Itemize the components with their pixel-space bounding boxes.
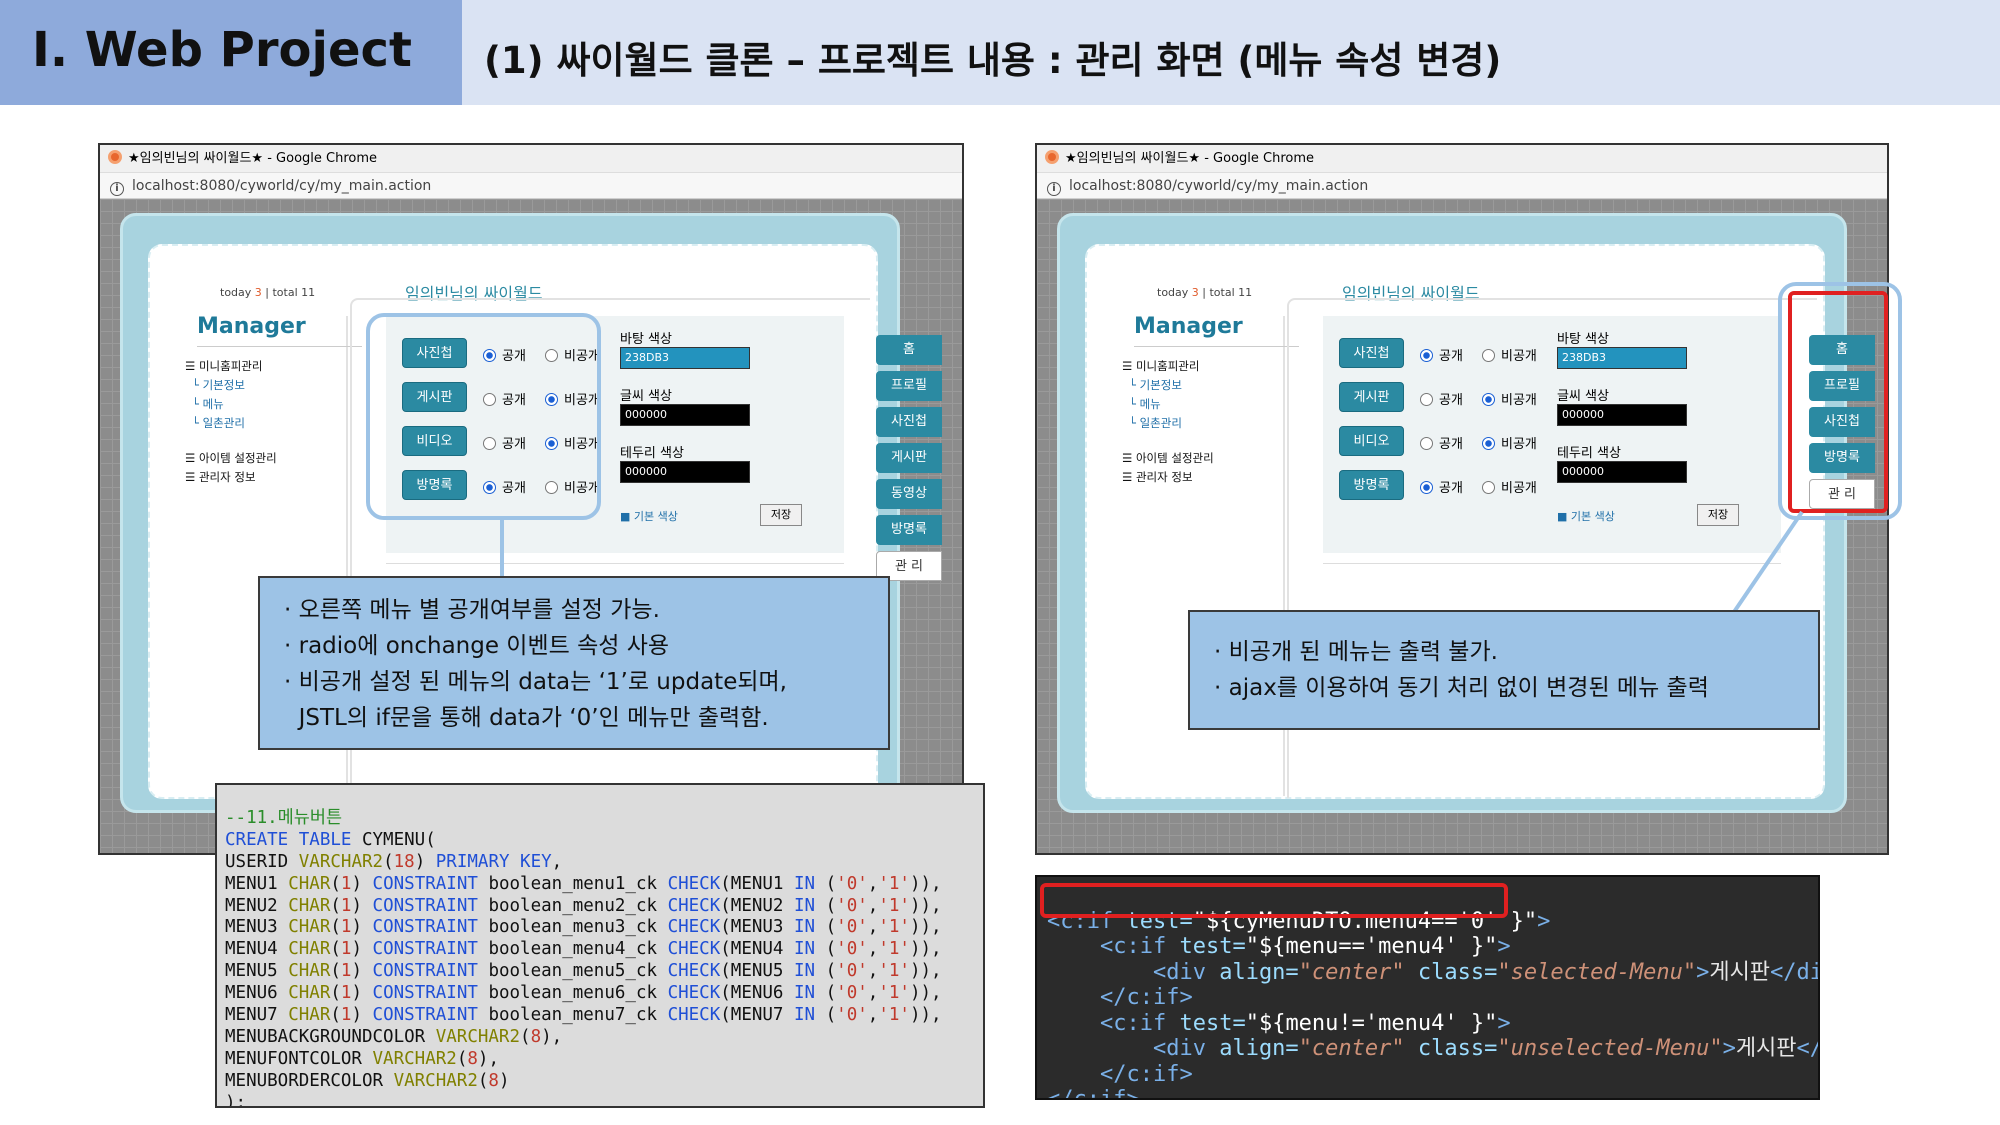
code-line: MENU6 CHAR(1) CONSTRAINT boolean_menu6_c… (225, 983, 942, 1004)
code-line: MENU5 CHAR(1) CONSTRAINT boolean_menu5_c… (225, 961, 942, 982)
bg-color-label: 바탕 색상 (620, 332, 672, 347)
basic-color-link[interactable]: ■ 기본 색상 (620, 508, 678, 524)
address-bar[interactable]: i localhost:8080/cyworld/cy/my_main.actio… (100, 173, 962, 199)
nav-menu[interactable]: └ 메뉴 (192, 396, 224, 412)
nav-basic-info[interactable]: └ 기본정보 (1129, 377, 1182, 393)
window-titlebar: ★임의빈님의 싸이월드★ - Google Chrome (100, 145, 962, 173)
code-line: USERID VARCHAR2(18) PRIMARY KEY, (225, 851, 563, 872)
nav-basic-info[interactable]: └ 기본정보 (192, 377, 245, 393)
info-icon[interactable]: i (110, 182, 124, 196)
bg-color-input[interactable]: 238DB3 (1557, 347, 1687, 369)
radio-photo-private[interactable]: 비공개 (1482, 345, 1537, 364)
code-line: MENUFONTCOLOR VARCHAR2(8), (225, 1048, 499, 1069)
manager-title: Manager (1134, 314, 1243, 339)
callout-connector (500, 520, 504, 578)
url-text: localhost:8080/cyworld/cy/my_main.action (132, 178, 432, 194)
chrome-icon (1045, 150, 1059, 164)
bg-color-input[interactable]: 238DB3 (620, 347, 750, 369)
code-line: ); (225, 1092, 247, 1108)
save-button[interactable]: 저장 (760, 504, 802, 526)
nav-admin-info[interactable]: ☰ 관리자 정보 (1122, 469, 1193, 485)
code-line: </c:if> (1099, 1061, 1193, 1087)
border-color-input[interactable]: 000000 (620, 461, 750, 483)
window-title: ★임의빈님의 싸이월드★ - Google Chrome (1065, 151, 1315, 166)
chrome-icon (108, 150, 122, 164)
right-menu-profile[interactable]: 프로필 (876, 371, 942, 401)
radio-board-private[interactable]: 비공개 (1482, 389, 1537, 408)
page-canvas: today 3 | total 11 임의빈님의 싸이월드 Manager ☰ … (100, 199, 962, 853)
code-line: MENU4 CHAR(1) CONSTRAINT boolean_menu4_c… (225, 939, 942, 960)
callout-connector (1732, 510, 1804, 614)
right-menu-guestbook[interactable]: 방명록 (876, 515, 942, 545)
highlight-jstl-condition (1040, 883, 1508, 918)
code-line: MENU7 CHAR(1) CONSTRAINT boolean_menu7_c… (225, 1005, 942, 1026)
info-icon[interactable]: i (1047, 182, 1061, 196)
font-color-input[interactable]: 000000 (1557, 404, 1687, 426)
basic-color-link[interactable]: ■ 기본 색상 (1557, 508, 1615, 524)
code-line: </c:if> (1047, 1087, 1140, 1100)
border-color-label: 테두리 색상 (1557, 446, 1621, 461)
code-line: MENUBACKGROUNDCOLOR VARCHAR2(8), (225, 1026, 563, 1047)
browser-screenshot-right: ★임의빈님의 싸이월드★ - Google Chrome i localhost:… (1035, 143, 1889, 855)
right-menu-board[interactable]: 게시판 (876, 443, 942, 473)
font-color-input[interactable]: 000000 (620, 404, 750, 426)
nav-admin-info[interactable]: ☰ 관리자 정보 (185, 469, 256, 485)
code-line: <c:if test="${menu=='menu4' }"> (1099, 934, 1511, 959)
nav-menu[interactable]: └ 메뉴 (1129, 396, 1161, 412)
border-color-input[interactable]: 000000 (1557, 461, 1687, 483)
radio-board-public[interactable]: 공개 (1420, 389, 1463, 408)
window-titlebar: ★임의빈님의 싸이월드★ - Google Chrome (1037, 145, 1887, 173)
nav-homepage-manage[interactable]: ☰ 미니홈피관리 (1122, 358, 1199, 374)
bg-color-label: 바탕 색상 (1557, 332, 1609, 347)
divider (386, 563, 844, 564)
menu-label-photo: 사진첩 (1339, 338, 1404, 368)
right-menu-photo[interactable]: 사진첩 (876, 407, 942, 437)
code-line: MENU3 CHAR(1) CONSTRAINT boolean_menu3_c… (225, 917, 942, 938)
font-color-label: 글씨 색상 (1557, 389, 1609, 404)
code-line: MENU1 CHAR(1) CONSTRAINT boolean_menu1_c… (225, 873, 942, 894)
window-title: ★임의빈님의 싸이월드★ - Google Chrome (128, 151, 378, 166)
nav-friends[interactable]: └ 일촌관리 (192, 415, 245, 431)
manager-title: Manager (197, 314, 306, 339)
code-line: CREATE TABLE CYMENU( (225, 829, 436, 850)
nav-homepage-manage[interactable]: ☰ 미니홈피관리 (185, 358, 262, 374)
divider (1134, 346, 1299, 347)
nav-item-settings[interactable]: ☰ 아이템 설정관리 (185, 450, 277, 466)
callout-left: · 오른쪽 메뉴 별 공개여부를 설정 가능. · radio에 onchange… (258, 576, 890, 750)
radio-video-public[interactable]: 공개 (1420, 433, 1463, 452)
radio-guestbook-private[interactable]: 비공개 (1482, 477, 1537, 496)
nav-item-settings[interactable]: ☰ 아이템 설정관리 (1122, 450, 1214, 466)
code-line: </c:if> (1099, 985, 1193, 1010)
address-bar[interactable]: i localhost:8080/cyworld/cy/my_main.actio… (1037, 173, 1887, 199)
font-color-label: 글씨 색상 (620, 389, 672, 404)
code-line: MENUBORDERCOLOR VARCHAR2(8) (225, 1070, 510, 1091)
code-line: <div align="center" class="unselected-Me… (1152, 1036, 1818, 1061)
url-text: localhost:8080/cyworld/cy/my_main.action (1069, 178, 1369, 194)
radio-photo-public[interactable]: 공개 (1420, 345, 1463, 364)
page-title: Ⅰ. Web Project (32, 22, 412, 78)
radio-guestbook-public[interactable]: 공개 (1420, 477, 1463, 496)
nav-friends[interactable]: └ 일촌관리 (1129, 415, 1182, 431)
sql-code-block: --11.메뉴버튼 CREATE TABLE CYMENU(USERID VARC… (215, 783, 985, 1108)
highlight-right-menu-inner (1788, 291, 1888, 513)
divider (1323, 563, 1781, 564)
code-line: <c:if test="${menu!='menu4' }"> (1099, 1010, 1511, 1036)
right-menu-video[interactable]: 동영상 (876, 479, 942, 509)
highlight-radio-group (366, 313, 601, 520)
menu-label-board: 게시판 (1339, 382, 1404, 412)
page-subtitle: (1) 싸이월드 클론 – 프로젝트 내용 : 관리 화면 (메뉴 속성 변경) (484, 39, 1502, 82)
code-line: MENU2 CHAR(1) CONSTRAINT boolean_menu2_c… (225, 895, 942, 916)
code-line: <div align="center" class="selected-Menu… (1152, 959, 1818, 985)
visit-counter: today 3 | total 11 (1157, 286, 1253, 299)
code-line: --11.메뉴버튼 (225, 807, 343, 828)
radio-video-private[interactable]: 비공개 (1482, 433, 1537, 452)
menu-label-guestbook: 방명록 (1339, 470, 1404, 500)
divider (197, 346, 362, 347)
menu-label-video: 비디오 (1339, 426, 1404, 456)
visit-counter: today 3 | total 11 (220, 286, 316, 299)
callout-right: · 비공개 된 메뉴는 출력 불가. · ajax를 이용하여 동기 처리 없이 … (1188, 610, 1820, 730)
right-menu-home[interactable]: 홈 (876, 335, 942, 365)
border-color-label: 테두리 색상 (620, 446, 684, 461)
